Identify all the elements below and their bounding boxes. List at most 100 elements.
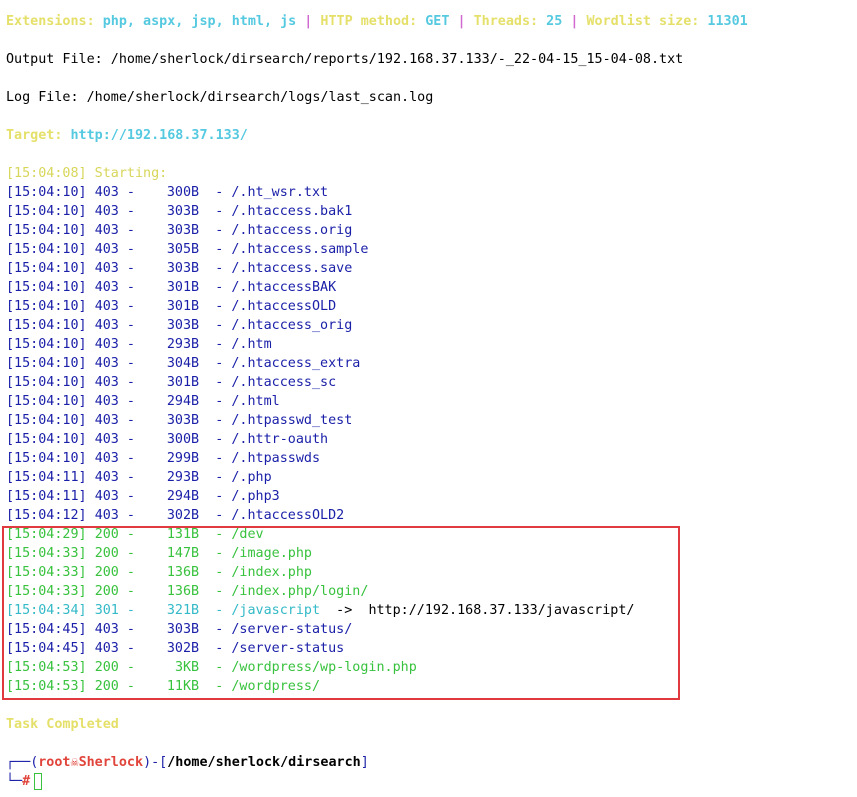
result-status-code: 403 (94, 337, 119, 352)
result-time: [15:04:10] (6, 394, 87, 409)
prompt-corner-bottom: └─ (6, 774, 23, 789)
result-row: [15:04:10] 403 - 299B - /.htpasswds (6, 451, 321, 466)
starting-line: [15:04:08] Starting: (6, 166, 168, 181)
result-row: [15:04:11] 403 - 294B - /.php3 (6, 489, 280, 504)
result-time: [15:04:10] (6, 242, 87, 257)
result-time: [15:04:12] (6, 508, 87, 523)
result-time: [15:04:10] (6, 223, 87, 238)
result-path: /.php3 (231, 489, 280, 504)
result-path: /.htaccess.sample (231, 242, 369, 257)
result-path: /.htm (231, 337, 272, 352)
result-size: 294B (166, 394, 200, 409)
result-path: /.htaccess_orig (231, 318, 353, 333)
log-file-line: Log File: /home/sherlock/dirsearch/logs/… (6, 90, 434, 105)
result-time: [15:04:11] (6, 470, 87, 485)
target-line: Target: http://192.168.37.133/ (6, 126, 857, 145)
result-size: 302B (166, 508, 200, 523)
result-path: /.htaccessBAK (231, 280, 337, 295)
result-time: [15:04:10] (6, 337, 87, 352)
result-row: [15:04:10] 403 - 293B - /.htm (6, 337, 272, 352)
result-size: 301B (166, 375, 200, 390)
result-size: 299B (166, 451, 200, 466)
result-row: [15:04:10] 403 - 303B - /.htaccess_orig (6, 318, 353, 333)
threads-value: 25 (546, 14, 563, 29)
result-size: 303B (166, 204, 200, 219)
result-status-code: 403 (94, 394, 119, 409)
skull-icon: ☠ (70, 755, 79, 770)
result-path: /.httr-oauth (231, 432, 329, 447)
result-path: /.php (231, 470, 272, 485)
result-row: [15:04:10] 403 - 305B - /.htaccess.sampl… (6, 242, 369, 257)
result-size: 303B (166, 413, 200, 428)
target-url: http://192.168.37.133/ (70, 128, 248, 143)
result-status-code: 403 (94, 508, 119, 523)
result-status-code: 403 (94, 261, 119, 276)
prompt-hash: # (22, 774, 31, 789)
extensions-label: Extensions: (6, 14, 95, 29)
result-size: 301B (166, 299, 200, 314)
result-size: 303B (166, 261, 200, 276)
prompt-close-bracket: ] (360, 755, 369, 770)
result-time: [15:04:10] (6, 185, 87, 200)
result-row: [15:04:12] 403 - 302B - /.htaccessOLD2 (6, 508, 345, 523)
result-path: /.htaccess.orig (231, 223, 353, 238)
result-path: /.htaccessOLD2 (231, 508, 345, 523)
result-size: 305B (166, 242, 200, 257)
result-size: 303B (166, 223, 200, 238)
result-status-code: 403 (94, 242, 119, 257)
result-time: [15:04:10] (6, 204, 87, 219)
result-row: [15:04:10] 403 - 303B - /.htaccess.orig (6, 223, 353, 238)
result-status-code: 403 (94, 223, 119, 238)
result-size: 294B (166, 489, 200, 504)
result-status-code: 403 (94, 204, 119, 219)
result-size: 303B (166, 318, 200, 333)
result-path: /.htaccess.bak1 (231, 204, 353, 219)
wordlist-size-label: Wordlist size: (586, 14, 700, 29)
result-time: [15:04:10] (6, 299, 87, 314)
result-row: [15:04:10] 403 - 303B - /.htaccess.bak1 (6, 204, 353, 219)
result-status-code: 403 (94, 413, 119, 428)
result-size: 301B (166, 280, 200, 295)
result-size: 300B (166, 185, 200, 200)
extensions-value: php, aspx, jsp, html, js (102, 14, 297, 29)
result-time: [15:04:10] (6, 318, 87, 333)
result-status-code: 403 (94, 470, 119, 485)
result-time: [15:04:10] (6, 280, 87, 295)
separator: | (304, 14, 313, 29)
cursor-block[interactable] (34, 772, 43, 790)
result-row: [15:04:10] 403 - 303B - /.htaccess.save (6, 261, 353, 276)
result-size: 293B (166, 337, 200, 352)
http-method-value: GET (425, 14, 450, 29)
http-method-label: HTTP method: (320, 14, 418, 29)
result-path: /.htpasswds (231, 451, 321, 466)
prompt-corner-top: ┌── (6, 755, 31, 770)
result-size: 300B (166, 432, 200, 447)
result-size: 293B (166, 470, 200, 485)
separator: | (457, 14, 466, 29)
result-row: [15:04:10] 403 - 304B - /.htaccess_extra (6, 356, 361, 371)
result-row: [15:04:10] 403 - 303B - /.htpasswd_test (6, 413, 353, 428)
result-status-code: 403 (94, 299, 119, 314)
result-status-code: 403 (94, 489, 119, 504)
prompt-user: root (38, 755, 71, 770)
prompt-close-paren: )-[ (143, 755, 168, 770)
result-time: [15:04:11] (6, 489, 87, 504)
result-row: [15:04:10] 403 - 301B - /.htaccessBAK (6, 280, 337, 295)
config-summary-line: Extensions: php, aspx, jsp, html, js | H… (6, 12, 857, 31)
wordlist-size-value: 11301 (707, 14, 748, 29)
result-time: [15:04:10] (6, 432, 87, 447)
result-status-code: 403 (94, 280, 119, 295)
shell-prompt-line-1: ┌──(root☠Sherlock)-[/home/sherlock/dirse… (6, 753, 857, 772)
result-status-code: 403 (94, 451, 119, 466)
separator: | (570, 14, 579, 29)
prompt-host: Sherlock (78, 755, 144, 770)
result-time: [15:04:10] (6, 261, 87, 276)
result-time: [15:04:10] (6, 413, 87, 428)
result-time: [15:04:10] (6, 356, 87, 371)
result-row: [15:04:10] 403 - 301B - /.htaccessOLD (6, 299, 337, 314)
result-path: /.ht_wsr.txt (231, 185, 329, 200)
result-status-code: 403 (94, 318, 119, 333)
result-path: /.htaccessOLD (231, 299, 337, 314)
result-path: /.html (231, 394, 280, 409)
result-status-code: 403 (94, 356, 119, 371)
